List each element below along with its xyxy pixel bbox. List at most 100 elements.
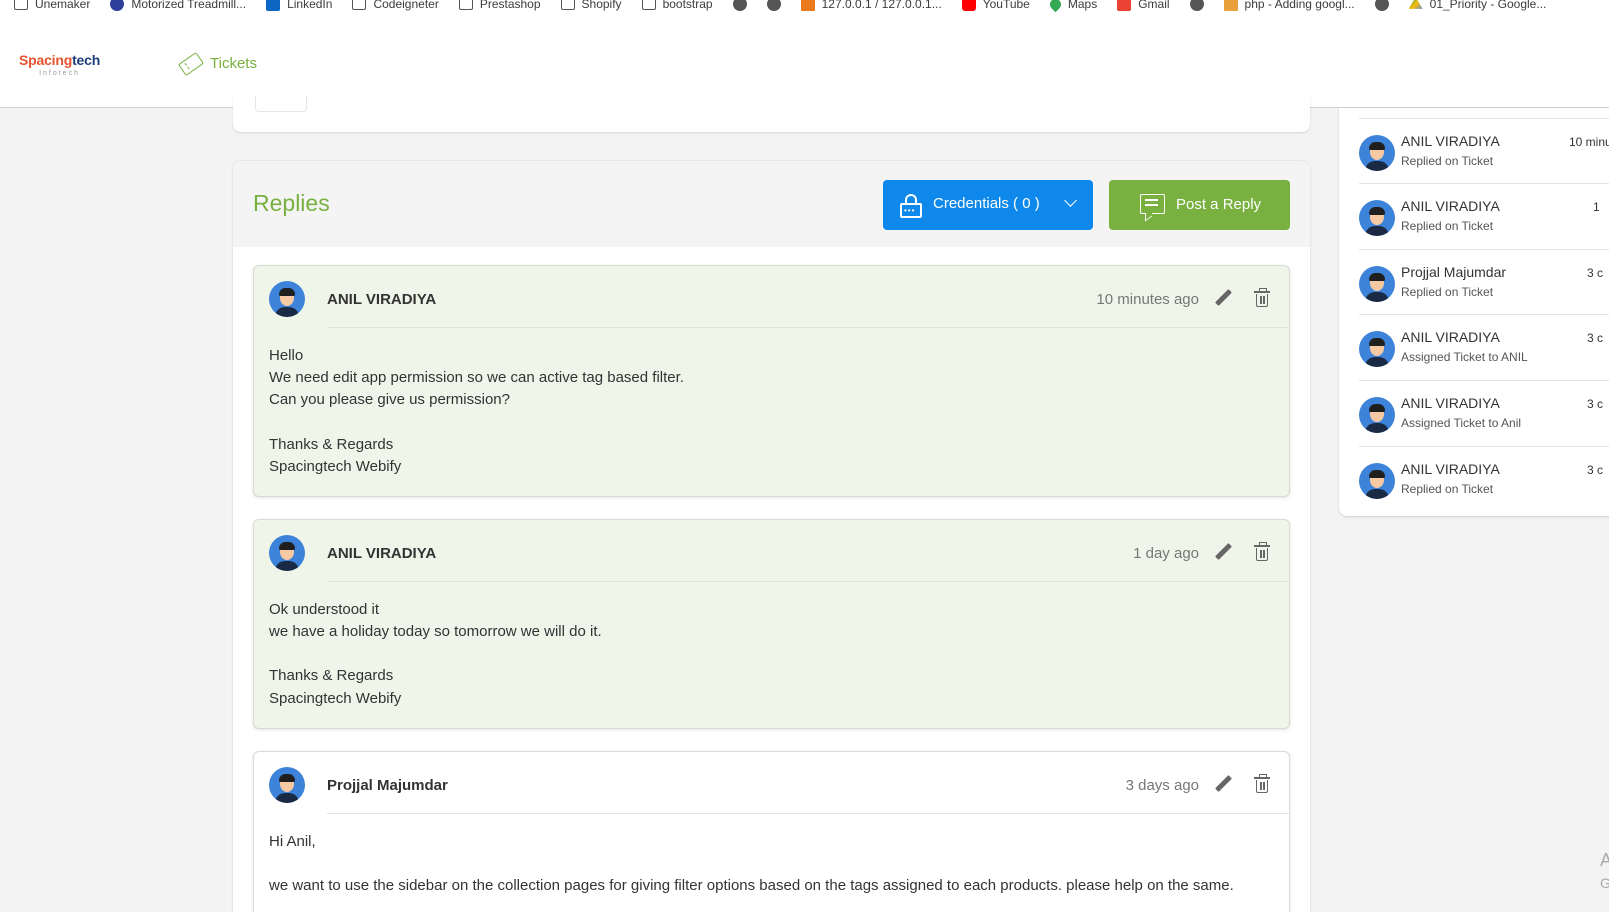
activity-item[interactable]: ANIL VIRADIYA Replied on Ticket 3 c [1359, 446, 1609, 512]
spacingtech-logo[interactable]: Spacingtech Infotech [19, 52, 100, 77]
bookmark-prestashop[interactable]: Prestashop [458, 0, 541, 11]
bookmark-globe-3[interactable] [1189, 0, 1204, 11]
reply-card: ANIL VIRADIYA 10 minutes ago Hello We ne… [253, 265, 1290, 497]
bookmark-globe-2[interactable] [766, 0, 781, 11]
edge-text: G [1600, 875, 1609, 891]
bookmark-globe-4[interactable] [1374, 0, 1389, 11]
activity-name: ANIL VIRADIYA [1401, 329, 1500, 345]
activity-action: Replied on Ticket [1401, 219, 1494, 233]
divider [327, 327, 1289, 328]
avatar [1359, 135, 1395, 171]
bookmark-priority[interactable]: 01_Priority - Google... [1408, 0, 1546, 11]
linkedin-icon [266, 0, 281, 11]
activity-time: 10 minu [1569, 135, 1609, 149]
activity-name: Projjal Majumdar [1401, 264, 1507, 280]
bookmarks-bar: Unemaker Motorized Treadmill... LinkedIn… [0, 0, 1609, 22]
reply-author: Projjal Majumdar [327, 777, 448, 794]
activity-name: ANIL VIRADIYA [1401, 133, 1500, 149]
divider [327, 581, 1289, 582]
youtube-icon [961, 0, 976, 11]
folder-icon [458, 0, 473, 10]
activity-action: Assigned Ticket to ANIL [1401, 350, 1528, 364]
folder-icon [352, 0, 367, 10]
activity-name: ANIL VIRADIYA [1401, 461, 1500, 477]
bookmark-localhost[interactable]: 127.0.0.1 / 127.0.0.1... [800, 0, 942, 11]
message-icon [1140, 194, 1165, 214]
avatar [1359, 331, 1395, 367]
delete-trash-icon[interactable] [1254, 774, 1270, 793]
divider [327, 813, 1289, 814]
edit-pencil-icon[interactable] [1213, 543, 1233, 563]
activity-item[interactable]: ANIL VIRADIYA Replied on Ticket 1 [1359, 183, 1609, 249]
folder-icon [560, 0, 575, 10]
avatar [1359, 200, 1395, 236]
avatar [269, 281, 305, 317]
activity-item[interactable]: ANIL VIRADIYA Assigned Ticket to ANIL 3 … [1359, 314, 1609, 380]
bookmark-linkedin[interactable]: LinkedIn [266, 0, 332, 11]
edit-pencil-icon[interactable] [1213, 775, 1233, 795]
reply-card: Projjal Majumdar 3 days ago Hi Anil, we … [253, 751, 1290, 912]
edit-pencil-icon[interactable] [1213, 289, 1233, 309]
gmail-icon [1117, 0, 1132, 11]
activity-action: Replied on Ticket [1401, 154, 1494, 168]
avatar [1359, 266, 1395, 302]
activity-panel: ANIL VIRADIYA Replied on Ticket 10 minu … [1339, 108, 1609, 516]
lock-icon: ••• [900, 194, 922, 218]
bookmark-treadmill[interactable]: Motorized Treadmill... [110, 0, 246, 11]
post-reply-button[interactable]: Post a Reply [1109, 180, 1290, 230]
reply-author: ANIL VIRADIYA [327, 291, 437, 308]
chevron-down-icon [1066, 194, 1075, 205]
folder-icon [641, 0, 656, 10]
reply-time: 3 days ago [1125, 777, 1199, 794]
activity-item[interactable]: ANIL VIRADIYA Assigned Ticket to Anil 3 … [1359, 380, 1609, 446]
bookmark-maps[interactable]: Maps [1047, 0, 1097, 12]
replies-title: Replies [253, 190, 330, 216]
activity-time: 3 c [1587, 397, 1604, 411]
avatar [269, 535, 305, 571]
bookmark-php-google[interactable]: php - Adding googl... [1223, 0, 1355, 11]
activity-action: Assigned Ticket to Anil [1401, 416, 1522, 430]
reply-body: Hello We need edit app permission so we … [269, 347, 684, 475]
bookmark-youtube[interactable]: YouTube [961, 0, 1030, 11]
bookmark-bootstrap[interactable]: bootstrap [641, 0, 713, 11]
ticket-details-card [233, 96, 1310, 132]
reply-body: Ok understood it we have a holiday today… [269, 601, 602, 707]
avatar [1359, 463, 1395, 499]
activity-time: 3 c [1587, 266, 1604, 280]
activity-action: Replied on Ticket [1401, 482, 1494, 496]
activity-item[interactable]: ANIL VIRADIYA Replied on Ticket 10 minu [1359, 118, 1609, 184]
reply-body: Hi Anil, we want to use the sidebar on t… [269, 833, 1234, 895]
maps-icon [1047, 0, 1064, 12]
bookmark-unemaker[interactable]: Unemaker [14, 0, 90, 11]
ticket-details-button[interactable] [255, 96, 307, 112]
delete-trash-icon[interactable] [1254, 288, 1270, 307]
bookmark-shopify[interactable]: Shopify [560, 0, 622, 11]
bookmark-gmail[interactable]: Gmail [1117, 0, 1170, 11]
replies-header: Replies ••• Credentials ( 0 ) Post a Rep… [233, 161, 1310, 247]
globe-icon [766, 0, 781, 11]
stackoverflow-icon [1223, 0, 1238, 11]
avatar [1359, 397, 1395, 433]
activity-time: 1 [1593, 200, 1600, 214]
credentials-dropdown-button[interactable]: ••• Credentials ( 0 ) [883, 180, 1093, 230]
delete-trash-icon[interactable] [1254, 542, 1270, 561]
bookmark-globe-1[interactable] [732, 0, 747, 11]
activity-name: ANIL VIRADIYA [1401, 395, 1500, 411]
activity-item[interactable]: Projjal Majumdar Replied on Ticket 3 c [1359, 249, 1609, 315]
nav-tickets[interactable]: Tickets [177, 51, 257, 76]
post-reply-label: Post a Reply [1176, 196, 1262, 213]
credentials-label: Credentials ( 0 ) [933, 195, 1040, 212]
edge-text: A [1600, 850, 1609, 870]
reply-time: 1 day ago [1133, 545, 1199, 562]
activity-action: Replied on Ticket [1401, 285, 1494, 299]
avatar [269, 767, 305, 803]
globe-icon [1189, 0, 1204, 11]
replies-panel: Replies ••• Credentials ( 0 ) Post a Rep… [233, 161, 1310, 912]
reply-author: ANIL VIRADIYA [327, 545, 437, 562]
google-drive-icon [1408, 0, 1423, 9]
globe-icon [1374, 0, 1389, 11]
reply-time: 10 minutes ago [1096, 291, 1199, 308]
globe-icon [732, 0, 747, 11]
bookmark-codeigneter[interactable]: Codeigneter [352, 0, 439, 11]
brand-icon [110, 0, 125, 11]
